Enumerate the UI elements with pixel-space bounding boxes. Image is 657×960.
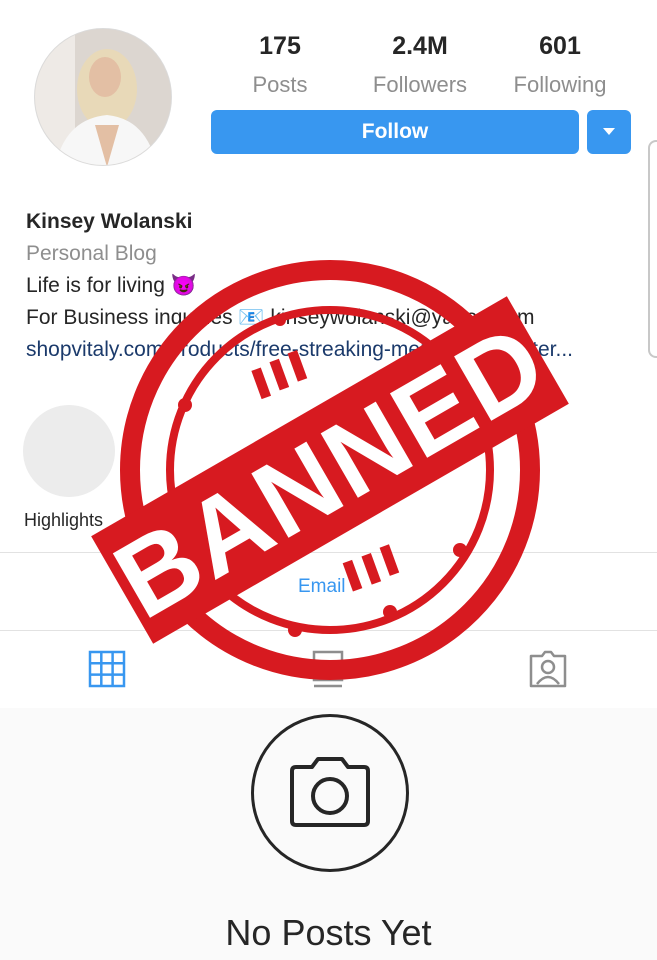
followers-stat[interactable]: 2.4M Followers bbox=[350, 30, 490, 100]
profile-name: Kinsey Wolanski bbox=[26, 210, 193, 233]
followers-count: 2.4M bbox=[392, 32, 448, 60]
tab-grid[interactable] bbox=[88, 650, 126, 693]
posts-count: 175 bbox=[259, 32, 301, 60]
profile-stats: 175 Posts 2.4M Followers 601 Following bbox=[210, 30, 630, 100]
avatar-image bbox=[35, 29, 171, 165]
empty-state-title: No Posts Yet bbox=[225, 912, 432, 953]
following-count: 601 bbox=[539, 32, 581, 60]
smiling-devil-emoji: 😈 bbox=[170, 274, 197, 297]
tagged-icon bbox=[529, 650, 567, 688]
bio-line-1: Life is for living 😈 bbox=[26, 270, 646, 302]
camera-circle bbox=[251, 714, 409, 872]
posts-stat[interactable]: 175 Posts bbox=[210, 30, 350, 100]
divider bbox=[0, 552, 657, 553]
grid-icon bbox=[88, 650, 126, 688]
highlight-label: Highlights bbox=[24, 510, 104, 530]
email-button[interactable]: Email bbox=[298, 576, 346, 598]
camera-icon bbox=[290, 757, 370, 827]
profile-category: Personal Blog bbox=[26, 242, 157, 265]
follow-button[interactable]: Follow bbox=[211, 110, 579, 154]
followers-label: Followers bbox=[372, 72, 468, 97]
bio-line-1-text: Life is for living bbox=[26, 274, 165, 297]
caret-down-icon bbox=[603, 128, 615, 135]
suggestions-dropdown-button[interactable] bbox=[587, 110, 631, 154]
bio: Kinsey Wolanski Personal Blog Life is fo… bbox=[26, 206, 646, 366]
divider bbox=[0, 630, 657, 631]
story-highlight[interactable] bbox=[23, 405, 115, 497]
following-stat[interactable]: 601 Following bbox=[490, 30, 630, 100]
avatar[interactable] bbox=[34, 28, 172, 166]
following-label: Following bbox=[513, 72, 607, 97]
tab-tagged[interactable] bbox=[528, 650, 568, 693]
posts-label: Posts bbox=[252, 72, 308, 97]
bio-website-link[interactable]: shopvitaly.com/products/free-streaking-m… bbox=[26, 334, 646, 366]
tab-igtv[interactable] bbox=[312, 650, 344, 693]
bio-line-2: For Business inquiries 📧 kinseywolanski@… bbox=[26, 306, 535, 329]
scrollbar[interactable] bbox=[648, 140, 657, 358]
profile-tabs bbox=[0, 632, 657, 708]
igtv-icon bbox=[312, 650, 344, 688]
